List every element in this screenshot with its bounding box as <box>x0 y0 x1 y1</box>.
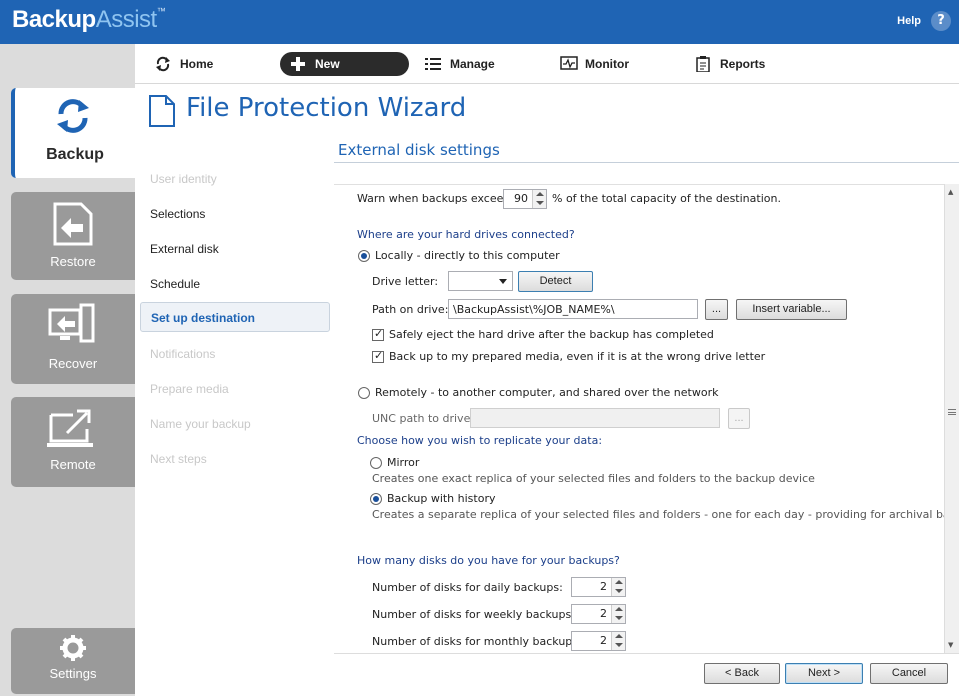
unc-path-input[interactable] <box>470 408 720 428</box>
nav-home[interactable]: Home <box>155 52 255 76</box>
weekly-disks-label: Number of disks for weekly backups: <box>372 608 575 621</box>
monthly-disks-stepper[interactable]: 2 <box>571 631 626 651</box>
step-user-identity: User identity <box>150 172 217 186</box>
daily-disks-stepper[interactable]: 2 <box>571 577 626 597</box>
rail-tile-label: Backup <box>46 146 104 163</box>
page-title: File Protection Wizard <box>186 93 467 123</box>
rail-tile-backup[interactable]: Backup <box>11 88 135 178</box>
weekly-disks-value: 2 <box>600 607 607 620</box>
warn-threshold-stepper[interactable]: 90 <box>503 189 547 209</box>
drive-letter-select[interactable] <box>448 271 513 291</box>
step-selections[interactable]: Selections <box>140 199 330 229</box>
rail-tile-remote[interactable]: Remote <box>11 397 135 487</box>
restore-icon <box>53 202 93 246</box>
step-notifications: Notifications <box>150 347 216 361</box>
document-icon <box>149 95 175 127</box>
warn-label: Warn when backups exceed <box>357 192 511 205</box>
rail-tile-label: Restore <box>50 254 96 269</box>
rail-tile-label: Remote <box>50 457 96 472</box>
nav-monitor[interactable]: Monitor <box>560 52 670 76</box>
scroll-thumb-grip[interactable] <box>948 409 956 415</box>
footer-divider <box>334 653 959 654</box>
path-label: Path on drive: <box>372 303 449 316</box>
rail-tile-recover[interactable]: Recover <box>11 294 135 384</box>
step-prepare-media: Prepare media <box>150 382 229 396</box>
history-radio-label[interactable]: Backup with history <box>387 492 496 505</box>
panel-scrollbar[interactable]: ▲ ▼ <box>944 184 959 653</box>
warn-threshold-value: 90 <box>514 192 528 205</box>
detect-button[interactable]: Detect <box>518 271 593 292</box>
sync-icon <box>57 99 89 133</box>
path-browse-button[interactable]: ... <box>705 299 728 320</box>
monitor-icon <box>560 56 578 70</box>
help-link[interactable]: Help <box>897 15 921 27</box>
weekly-disks-stepper[interactable]: 2 <box>571 604 626 624</box>
mirror-radio-label[interactable]: Mirror <box>387 456 419 469</box>
mirror-radio[interactable] <box>370 457 382 469</box>
app-logo: BackupAssist™ <box>12 6 166 33</box>
path-input[interactable]: \BackupAssist\%JOB_NAME%\ <box>448 299 698 319</box>
prepared-media-checkbox-label[interactable]: Back up to my prepared media, even if it… <box>389 350 765 363</box>
disks-question: How many disks do you have for your back… <box>357 554 620 567</box>
plus-icon <box>291 57 305 71</box>
stepper-buttons[interactable] <box>611 605 625 623</box>
back-button[interactable]: < Back <box>704 663 780 684</box>
eject-checkbox-label[interactable]: Safely eject the hard drive after the ba… <box>389 328 714 341</box>
monthly-disks-label: Number of disks for monthly backups: <box>372 635 582 648</box>
step-schedule[interactable]: Schedule <box>140 269 330 299</box>
remote-radio-label[interactable]: Remotely - to another computer, and shar… <box>375 386 718 399</box>
next-button[interactable]: Next > <box>785 663 863 684</box>
history-description: Creates a separate replica of your selec… <box>372 508 959 521</box>
list-icon <box>425 58 441 70</box>
rail-tile-label: Settings <box>49 666 97 681</box>
remote-icon <box>47 409 93 447</box>
top-bar: BackupAssist™ Help ? <box>0 0 959 44</box>
rail-tile-settings[interactable]: Settings <box>11 628 135 694</box>
stepper-buttons[interactable] <box>611 632 625 650</box>
insert-variable-button[interactable]: Insert variable... <box>736 299 847 320</box>
unc-label: UNC path to drive: <box>372 412 475 425</box>
recover-icon <box>48 303 95 343</box>
connection-question: Where are your hard drives connected? <box>357 228 575 241</box>
refresh-icon <box>156 56 170 72</box>
history-radio[interactable] <box>370 493 382 505</box>
scroll-up-icon[interactable]: ▲ <box>948 188 953 196</box>
daily-disks-value: 2 <box>600 580 607 593</box>
local-radio[interactable] <box>358 250 370 262</box>
local-radio-label[interactable]: Locally - directly to this computer <box>375 249 560 262</box>
section-divider <box>334 162 959 163</box>
scroll-down-icon[interactable]: ▼ <box>948 641 953 649</box>
step-set-up-destination[interactable]: Set up destination <box>140 302 330 332</box>
section-title: External disk settings <box>338 141 500 159</box>
warn-suffix: % of the total capacity of the destinati… <box>552 192 781 205</box>
clipboard-icon <box>696 56 710 72</box>
stepper-buttons[interactable] <box>611 578 625 596</box>
nav-new[interactable]: New <box>280 52 409 76</box>
unc-browse-button[interactable]: ... <box>728 408 750 429</box>
prepared-media-checkbox[interactable] <box>372 349 384 363</box>
replicate-question: Choose how you wish to replicate your da… <box>357 434 603 447</box>
cancel-button[interactable]: Cancel <box>870 663 948 684</box>
eject-checkbox[interactable] <box>372 327 384 341</box>
drive-letter-label: Drive letter: <box>372 275 439 288</box>
help-icon[interactable]: ? <box>931 11 951 31</box>
mirror-description: Creates one exact replica of your select… <box>372 472 815 485</box>
step-external-disk[interactable]: External disk <box>140 234 330 264</box>
rail-tile-label: Recover <box>48 356 98 371</box>
monthly-disks-value: 2 <box>600 634 607 647</box>
nav-manage[interactable]: Manage <box>425 52 535 76</box>
rail-tile-restore[interactable]: Restore <box>11 192 135 280</box>
stepper-buttons[interactable] <box>532 190 546 208</box>
gear-icon <box>60 635 86 661</box>
step-name-your-backup: Name your backup <box>150 417 251 431</box>
main-nav: Home New Manage Monitor Reports <box>135 44 959 84</box>
nav-reports[interactable]: Reports <box>695 52 805 76</box>
remote-radio[interactable] <box>358 387 370 399</box>
step-next-steps: Next steps <box>150 452 207 466</box>
daily-disks-label: Number of disks for daily backups: <box>372 581 563 594</box>
